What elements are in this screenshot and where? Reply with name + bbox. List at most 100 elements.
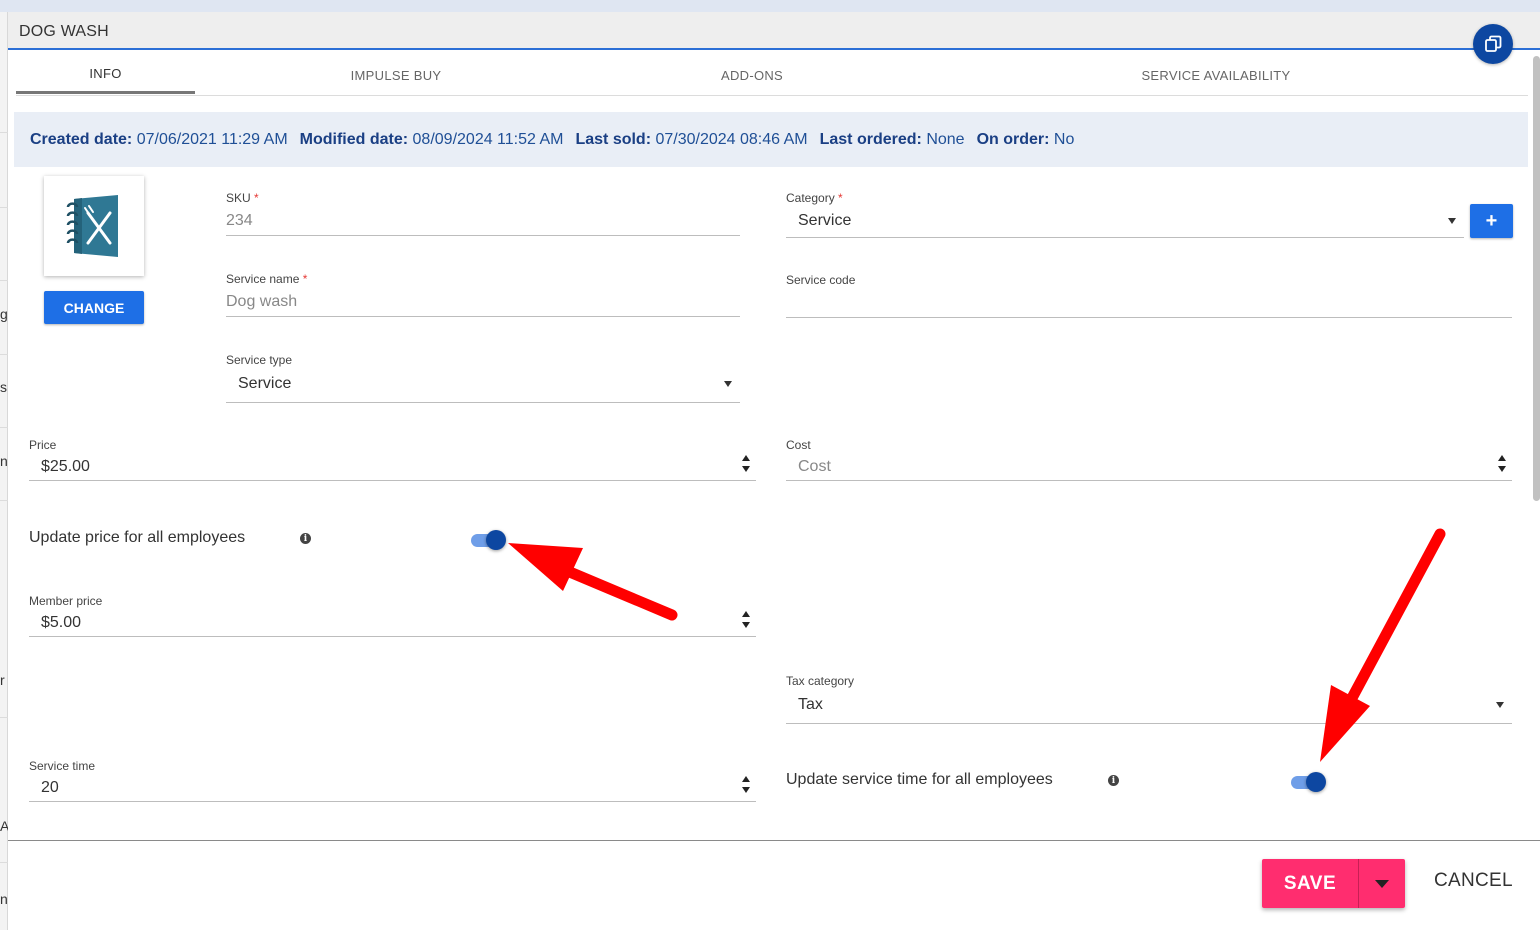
service-time-value: 20: [41, 779, 59, 796]
category-value: Service: [798, 212, 852, 229]
toggle-knob: [486, 530, 506, 550]
background-divider: [0, 280, 8, 281]
tab-bar: INFO IMPULSE BUY ADD-ONS SERVICE AVAILAB…: [16, 56, 1528, 96]
service-name-field[interactable]: Service name * Dog wash: [226, 272, 740, 317]
background-divider: [0, 354, 8, 355]
service-code-field[interactable]: Service code: [786, 273, 1512, 318]
last-ordered: Last ordered: None: [820, 131, 965, 149]
price-underline: [29, 480, 756, 481]
plus-icon: +: [1485, 209, 1498, 232]
edit-service-dialog: DOG WASH INFO IMPULSE BUY ADD-ONS SERVIC…: [8, 12, 1540, 930]
service-type-underline: [226, 402, 740, 403]
info-icon[interactable]: i: [300, 533, 311, 544]
last-sold: Last sold: 07/30/2024 08:46 AM: [575, 131, 807, 149]
tax-category-label: Tax category: [786, 674, 855, 688]
caret-down-icon: [1375, 879, 1389, 888]
service-time-underline: [29, 801, 756, 802]
background-text-fragment: r: [0, 672, 5, 688]
tax-category-underline: [786, 723, 1512, 724]
created-date-label: Created date:: [30, 130, 133, 148]
chevron-down-icon: [724, 381, 732, 387]
add-category-button[interactable]: +: [1470, 204, 1513, 238]
background-page: g s n r A n: [0, 12, 8, 930]
save-split-button: SAVE: [1262, 859, 1405, 908]
chevron-down-icon: [1496, 702, 1504, 708]
modified-date-label: Modified date:: [299, 130, 409, 148]
created-date: Created date: 07/06/2021 11:29 AM: [30, 131, 288, 149]
tab-info[interactable]: INFO: [16, 56, 195, 94]
duplicate-button[interactable]: [1473, 24, 1513, 64]
dialog-title-bar: DOG WASH: [8, 12, 1540, 50]
background-divider: [0, 862, 8, 863]
member-price-field[interactable]: Member price $5.00: [29, 594, 756, 637]
update-service-time-label: Update service time for all employees: [786, 771, 1053, 788]
background-divider: [0, 717, 8, 718]
cost-label: Cost: [786, 438, 811, 452]
sku-field[interactable]: SKU * 234: [226, 191, 740, 236]
tax-category-select[interactable]: Tax category Tax: [786, 674, 1512, 724]
cost-field[interactable]: Cost Cost: [786, 438, 1512, 481]
chevron-down-icon: [1448, 218, 1456, 224]
service-name-label: Service name *: [226, 272, 308, 286]
last-ordered-value: None: [926, 130, 965, 148]
price-value: $25.00: [41, 458, 90, 475]
price-field[interactable]: Price $25.00: [29, 438, 756, 481]
service-image: [44, 176, 144, 276]
save-button[interactable]: SAVE: [1262, 859, 1358, 908]
update-price-label: Update price for all employees: [29, 529, 246, 546]
service-time-field[interactable]: Service time 20: [29, 759, 756, 802]
cost-underline: [786, 480, 1512, 481]
item-metadata-bar: Created date: 07/06/2021 11:29 AM Modifi…: [14, 112, 1528, 167]
sku-label: SKU *: [226, 191, 259, 205]
service-name-value: Dog wash: [226, 293, 298, 310]
member-price-underline: [29, 636, 756, 637]
last-sold-label: Last sold:: [575, 130, 652, 148]
background-text-fragment: n: [0, 891, 8, 907]
member-price-label: Member price: [29, 594, 103, 608]
update-service-time-toggle[interactable]: [1291, 772, 1327, 792]
member-price-stepper[interactable]: [740, 611, 752, 629]
service-type-label: Service type: [226, 353, 293, 367]
background-text-fragment: n: [0, 453, 8, 469]
modified-date-value: 08/09/2024 11:52 AM: [412, 130, 564, 148]
background-divider: [0, 500, 8, 501]
category-select[interactable]: Category * Service: [786, 191, 1464, 238]
tab-impulse-buy[interactable]: IMPULSE BUY: [296, 56, 496, 94]
created-date-value: 07/06/2021 11:29 AM: [136, 130, 288, 148]
cancel-button[interactable]: CANCEL: [1434, 870, 1513, 892]
save-options-button[interactable]: [1359, 859, 1405, 908]
service-type-select[interactable]: Service type Service: [226, 353, 740, 403]
cost-stepper[interactable]: [1496, 455, 1508, 473]
update-price-toggle[interactable]: [471, 530, 507, 550]
tax-category-value: Tax: [798, 696, 823, 713]
service-time-stepper[interactable]: [740, 776, 752, 794]
change-image-button[interactable]: CHANGE: [44, 291, 144, 324]
category-underline: [786, 237, 1464, 238]
price-stepper[interactable]: [740, 455, 752, 473]
sku-value: 234: [226, 212, 253, 229]
service-name-underline: [226, 316, 740, 317]
background-text-fragment: A: [0, 818, 8, 834]
service-code-label: Service code: [786, 273, 856, 287]
toggle-knob: [1306, 772, 1326, 792]
on-order-value: No: [1053, 130, 1075, 148]
service-code-underline: [786, 317, 1512, 318]
background-text-fragment: s: [0, 379, 7, 395]
price-label: Price: [29, 438, 57, 452]
info-icon[interactable]: i: [1108, 775, 1119, 786]
tab-service-availability[interactable]: SERVICE AVAILABILITY: [1096, 56, 1336, 94]
service-time-label: Service time: [29, 759, 96, 773]
background-text-fragment: g: [0, 306, 8, 322]
dialog-scrollbar[interactable]: [1533, 56, 1540, 501]
service-type-value: Service: [238, 375, 292, 392]
copy-icon: [1485, 35, 1502, 52]
tab-add-ons[interactable]: ADD-ONS: [652, 56, 852, 94]
dialog-title: DOG WASH: [19, 23, 109, 40]
on-order-label: On order:: [976, 130, 1050, 148]
browser-top-strip: [0, 0, 1540, 12]
modified-date: Modified date: 08/09/2024 11:52 AM: [300, 131, 564, 149]
notebook-fork-knife-icon: [66, 195, 118, 257]
background-divider: [0, 427, 8, 428]
on-order: On order: No: [977, 131, 1075, 149]
background-divider: [0, 207, 8, 208]
